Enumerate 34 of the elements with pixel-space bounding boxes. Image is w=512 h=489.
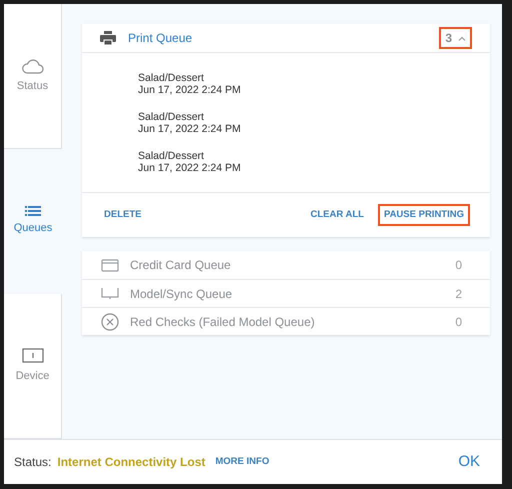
cloud-icon — [20, 58, 44, 74]
job-time: Jun 17, 2022 2:24 PM — [138, 123, 242, 135]
action-link[interactable]: DELETE — [98, 204, 148, 226]
job-name: Salad/Dessert — [138, 150, 205, 162]
queue-count: 2 — [455, 286, 462, 302]
queue-label: Credit Card Queue — [130, 257, 231, 274]
printer-icon — [100, 31, 116, 45]
queue-row[interactable]: Red Checks (Failed Model Queue) 0 — [82, 307, 490, 335]
x-circle-icon — [101, 312, 119, 330]
monitor-icon — [101, 287, 119, 300]
queue-row[interactable]: Model/Sync Queue 2 — [82, 279, 490, 307]
action-link[interactable]: CLEAR ALL — [304, 204, 370, 226]
queue-label: Red Checks (Failed Model Queue) — [130, 314, 315, 330]
queue-count-toggle[interactable]: 3 — [439, 27, 472, 49]
queue-count: 0 — [455, 314, 462, 330]
print-queue-title: Print Queue — [128, 30, 192, 47]
queue-count: 0 — [455, 257, 462, 274]
card-icon — [101, 258, 119, 272]
job-name: Salad/Dessert — [138, 72, 205, 84]
job-time: Jun 17, 2022 2:24 PM — [138, 162, 242, 174]
chevron-icon — [458, 36, 466, 40]
status-label: Status: — [14, 454, 52, 471]
job-time: Jun 17, 2022 2:24 PM — [138, 84, 242, 96]
ok-button[interactable]: OK — [458, 450, 480, 474]
sidebar-tab[interactable]: Device — [4, 294, 62, 439]
more-info-link[interactable]: MORE INFO — [215, 454, 270, 470]
device-icon — [22, 348, 44, 364]
sidebar-tab[interactable]: Status — [4, 4, 62, 149]
queue-label: Model/Sync Queue — [130, 286, 232, 302]
status-text: Internet Connectivity Lost — [57, 454, 206, 471]
queue-row[interactable]: Credit Card Queue 0 — [82, 251, 490, 279]
list-icon — [25, 206, 41, 216]
action-link[interactable]: PAUSE PRINTING — [378, 204, 470, 226]
job-name: Salad/Dessert — [138, 111, 205, 123]
